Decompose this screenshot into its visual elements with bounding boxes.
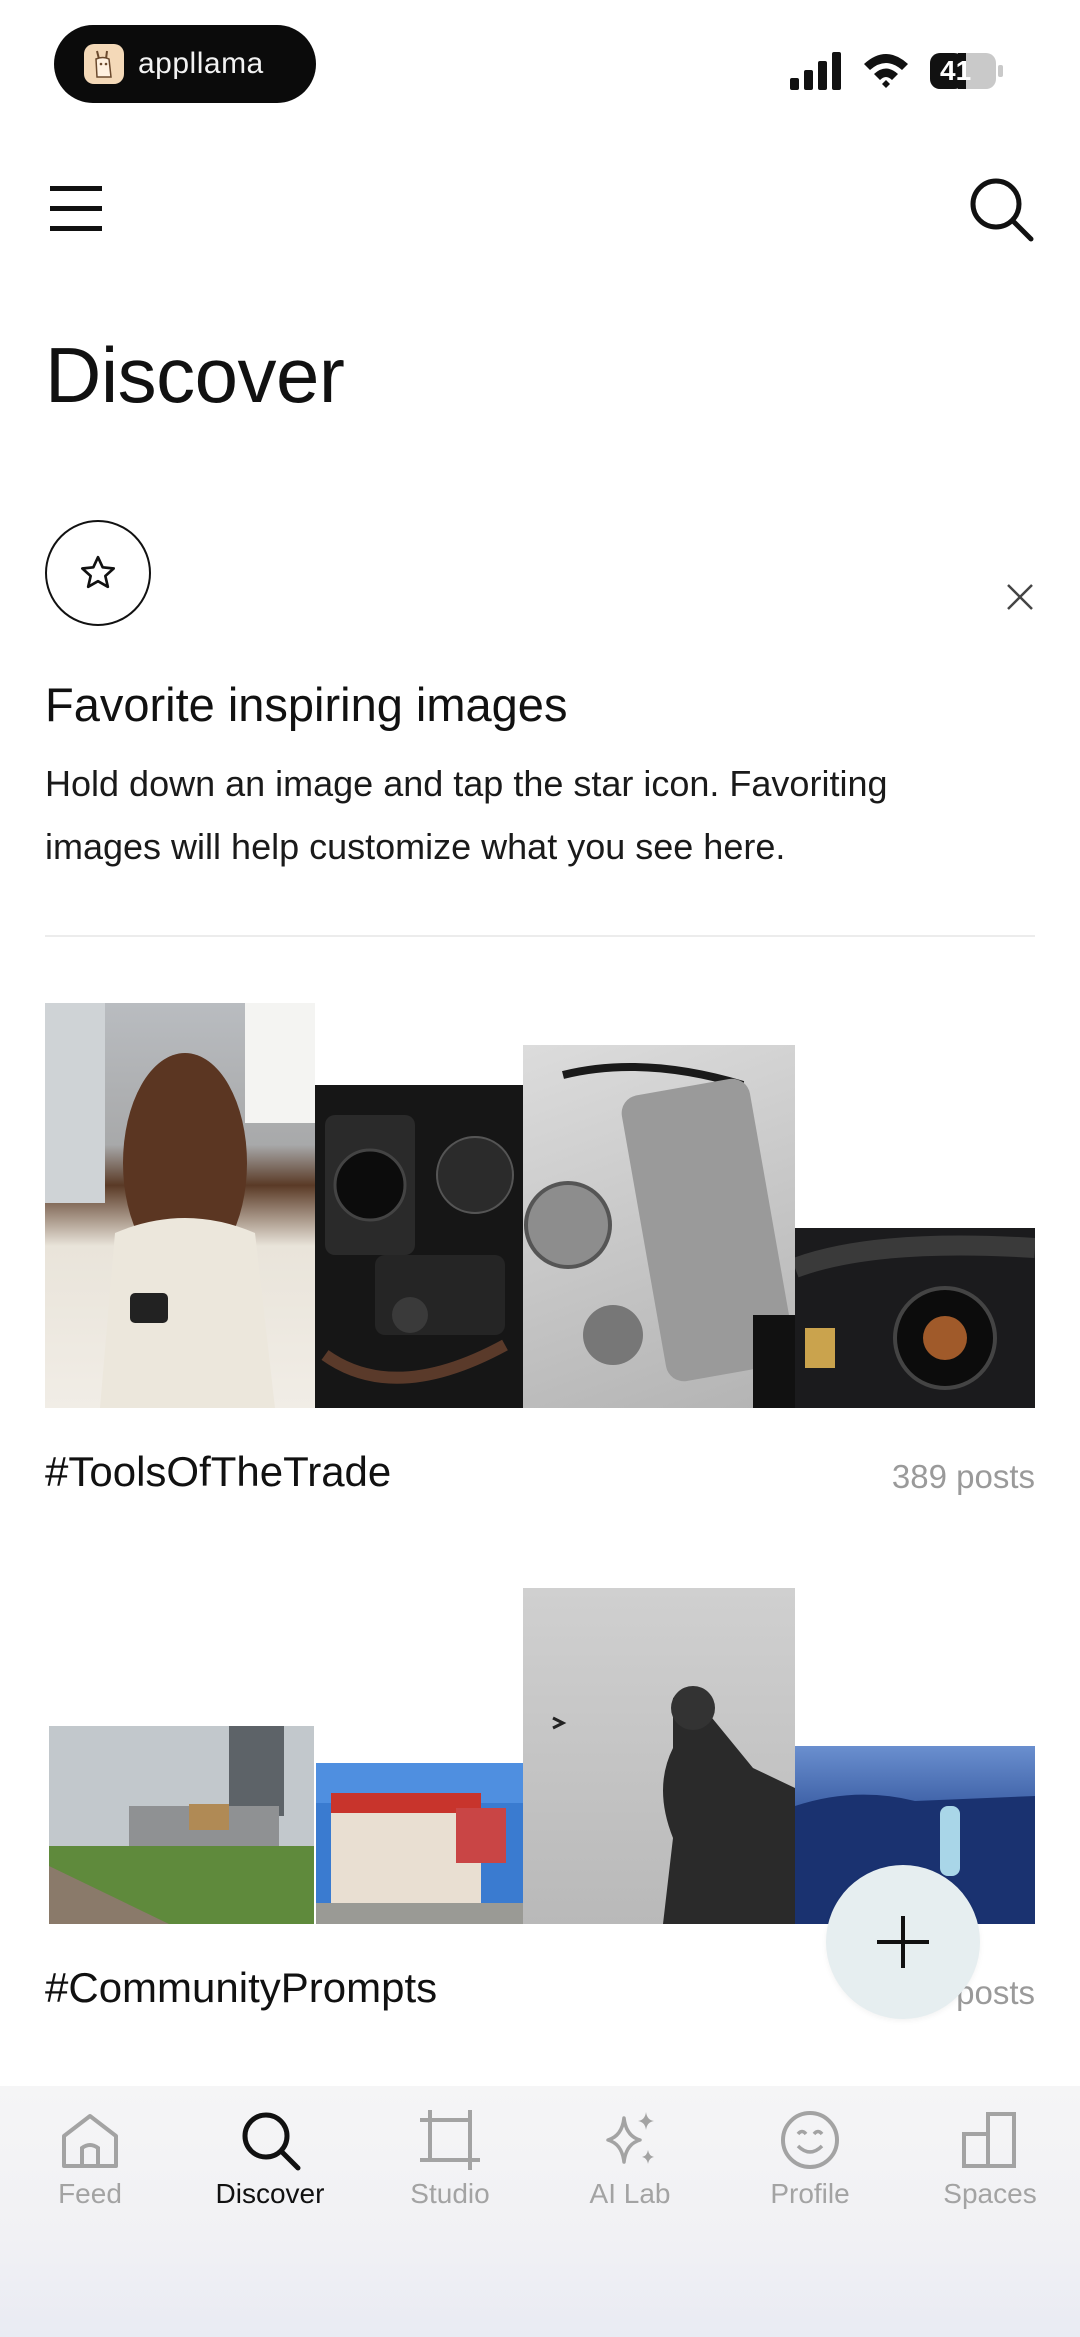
nav-label: AI Lab bbox=[589, 2178, 671, 2209]
spaces-icon bbox=[962, 2112, 1016, 2168]
collection-card[interactable]: #ToolsOfTheTrade 389 posts bbox=[45, 1003, 1035, 1503]
divider bbox=[45, 935, 1035, 937]
nav-item-discover[interactable]: Discover bbox=[200, 2108, 340, 2228]
search-icon[interactable] bbox=[968, 176, 1034, 242]
nav-label: Profile bbox=[770, 2178, 850, 2209]
home-icon bbox=[62, 2114, 118, 2168]
collection-title: #ToolsOfTheTrade bbox=[45, 1448, 392, 1495]
photo-camera-lens-dark bbox=[315, 1085, 523, 1408]
close-icon[interactable] bbox=[1003, 580, 1037, 614]
photo-statue bbox=[523, 1588, 795, 1924]
app-badge: appllama bbox=[54, 25, 316, 103]
sparkle-icon bbox=[606, 2112, 654, 2164]
nav-label: Studio bbox=[410, 2178, 490, 2209]
favorite-star-badge bbox=[45, 520, 151, 626]
llama-logo-icon bbox=[84, 44, 124, 84]
crop-icon bbox=[420, 2110, 480, 2170]
nav-item-profile[interactable]: Profile bbox=[740, 2108, 880, 2228]
tip-title: Favorite inspiring images bbox=[45, 678, 568, 731]
tip-body: Hold down an image and tap the star icon… bbox=[45, 763, 888, 867]
nav-label: Discover bbox=[215, 2178, 325, 2209]
cellular-signal-icon bbox=[790, 52, 841, 90]
photo-camera-closeup bbox=[795, 1228, 1035, 1408]
app-badge-label: appllama bbox=[138, 47, 264, 80]
page-title: Discover bbox=[45, 331, 345, 419]
battery-indicator: 41 bbox=[930, 53, 1004, 89]
smiley-icon bbox=[781, 2111, 839, 2169]
nav-item-spaces[interactable]: Spaces bbox=[920, 2108, 1060, 2228]
plus-icon bbox=[877, 1916, 929, 1968]
nav-label: Spaces bbox=[943, 2178, 1037, 2209]
nav-item-ai-lab[interactable]: AI Lab bbox=[560, 2108, 700, 2228]
wifi-icon bbox=[864, 54, 908, 88]
nav-item-studio[interactable]: Studio bbox=[380, 2108, 520, 2228]
nav-item-feed[interactable]: Feed bbox=[20, 2108, 160, 2228]
collection-post-count: 389 posts bbox=[891, 1458, 1035, 1495]
photo-house-porch bbox=[49, 1726, 314, 1924]
photo-leica-camera bbox=[523, 1045, 795, 1408]
photo-burger-shop bbox=[316, 1763, 523, 1924]
photo-woman-with-camera bbox=[45, 1003, 315, 1408]
collection-title: #CommunityPrompts bbox=[45, 1964, 438, 2011]
battery-level: 41 bbox=[940, 55, 972, 86]
star-icon bbox=[81, 555, 115, 589]
nav-label: Feed bbox=[58, 2178, 122, 2209]
search-icon bbox=[242, 2112, 301, 2171]
bottom-navigation bbox=[0, 2086, 1080, 2337]
create-post-button[interactable] bbox=[826, 1865, 980, 2019]
menu-icon[interactable] bbox=[46, 180, 108, 238]
